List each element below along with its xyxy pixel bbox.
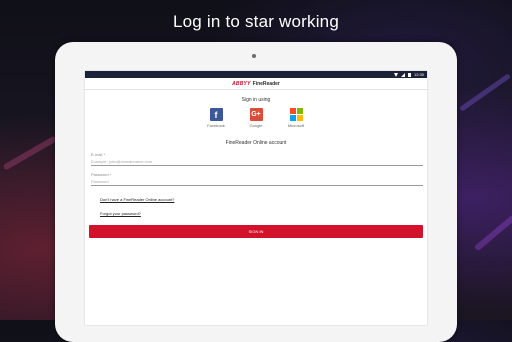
password-input[interactable] xyxy=(91,177,423,186)
account-section-title: FineReader Online account xyxy=(225,140,287,146)
status-time: 12:30 xyxy=(413,72,424,77)
status-icons: 12:30 xyxy=(394,71,424,78)
brand-name: FineReader xyxy=(252,80,280,87)
app-screen: 12:30 ABBYY FineReader Sign in using f F… xyxy=(85,71,427,325)
provider-label: Google xyxy=(249,123,263,128)
camera-dot xyxy=(252,54,256,58)
background-streak xyxy=(473,214,512,252)
facebook-icon: f xyxy=(209,108,223,121)
google-plus-icon: G+ xyxy=(249,108,263,121)
wifi-icon xyxy=(394,72,399,77)
app-bar: ABBYY FineReader xyxy=(85,78,427,90)
background-streak xyxy=(458,73,512,112)
status-bar: 12:30 xyxy=(85,71,427,78)
tablet-frame: 12:30 ABBYY FineReader Sign in using f F… xyxy=(55,42,457,342)
headline: Log in to star working xyxy=(173,12,339,31)
google-sign-in-button[interactable]: G+ Google xyxy=(243,108,269,128)
signal-icon xyxy=(401,72,406,77)
email-field-group: E-mail * xyxy=(91,152,423,166)
provider-label: Microsoft xyxy=(287,123,305,128)
password-field-group: Password * xyxy=(91,172,423,186)
email-input[interactable] xyxy=(91,157,423,166)
battery-icon xyxy=(408,72,411,77)
sign-in-button[interactable]: SIGN IN xyxy=(89,225,423,238)
brand-logo-mark: ABBYY xyxy=(232,80,251,87)
microsoft-sign-in-button[interactable]: Microsoft xyxy=(283,108,309,128)
facebook-sign-in-button[interactable]: f Facebook xyxy=(203,108,229,128)
sign-in-title: Sign in using xyxy=(241,97,271,103)
provider-label: Facebook xyxy=(207,123,225,128)
background-streak xyxy=(2,135,58,171)
sign-in-providers: f Facebook G+ Google Microsoft xyxy=(85,108,427,128)
create-account-link[interactable]: Don't have a FineReader Online account? xyxy=(100,197,427,202)
microsoft-icon xyxy=(289,108,303,121)
forgot-password-link[interactable]: Forgot your password? xyxy=(100,211,427,216)
